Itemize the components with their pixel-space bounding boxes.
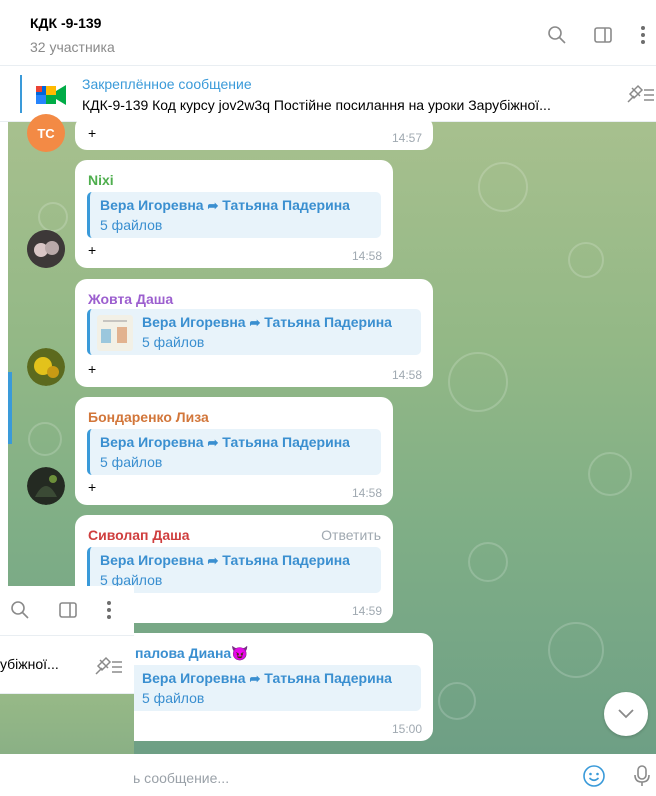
avatar[interactable]: [27, 467, 65, 505]
message-text: +: [88, 479, 97, 495]
forward-arrow-icon: ➦: [249, 671, 261, 686]
forwarded-header[interactable]: Вера Игоревна ➦ Татьяна Падерина 5 файло…: [87, 309, 421, 355]
overlapping-window-fragment: убіжної...: [0, 586, 134, 796]
fragment-composer: [0, 754, 134, 796]
microphone-icon[interactable]: [630, 764, 654, 788]
message-time: 14:58: [351, 249, 382, 263]
chevron-down-icon: [618, 709, 634, 719]
forward-from-name: Вера Игоревна: [142, 670, 246, 686]
google-meet-icon: [34, 80, 68, 110]
fragment-chat-background: [0, 694, 134, 754]
message-text: +: [88, 125, 97, 141]
message-text: +: [88, 242, 97, 258]
forward-source: Вера Игоревна ➦ Татьяна Падерина: [142, 314, 392, 331]
file-thumbnail[interactable]: [97, 315, 133, 351]
fragment-header: [0, 586, 134, 636]
file-count: 5 файлов: [142, 334, 205, 350]
member-count[interactable]: 32 участника: [30, 39, 115, 55]
forward-to-name: Татьяна Падерина: [222, 434, 350, 450]
scroll-indicator: [8, 372, 12, 444]
avatar[interactable]: TC: [27, 114, 65, 152]
search-icon[interactable]: [546, 24, 568, 46]
pin-list-icon[interactable]: [92, 656, 124, 683]
forward-to-name: Татьяна Падерина: [264, 670, 392, 686]
message-bubble[interactable]: Жовта Даша Вера Игоревна ➦ Татьяна Падер…: [75, 279, 433, 387]
file-count: 5 файлов: [100, 217, 163, 233]
message-text: +: [88, 361, 97, 377]
forward-arrow-icon: ➦: [207, 553, 219, 568]
message-time: 14:57: [391, 131, 422, 145]
message-bubble[interactable]: + 14:57: [75, 116, 433, 150]
pinned-text: КДК-9-139 Код курсу jov2w3q Постійне пос…: [82, 97, 551, 113]
forwarded-header[interactable]: Вера Игоревна ➦ Татьяна Падерина 5 файло…: [87, 665, 421, 711]
message-time: 15:00: [391, 722, 422, 736]
forward-source: Вера Игоревна ➦ Татьяна Падерина: [142, 670, 392, 687]
forward-arrow-icon: ➦: [249, 315, 261, 330]
sender-name[interactable]: Сиволап Даша: [88, 527, 190, 543]
sidebar-toggle-icon[interactable]: [58, 600, 78, 625]
message-bubble[interactable]: Nixi Вера Игоревна ➦ Татьяна Падерина 5 …: [75, 160, 393, 268]
forward-to-name: Татьяна Падерина: [222, 197, 350, 213]
forwarded-header[interactable]: Вера Игоревна ➦ Татьяна Падерина 5 файло…: [87, 192, 381, 238]
sidebar-toggle-icon[interactable]: [592, 24, 614, 46]
pin-list-icon[interactable]: [624, 84, 656, 106]
reply-button[interactable]: Ответить: [321, 527, 381, 543]
file-count: 5 файлов: [142, 690, 205, 706]
pinned-title: Закреплённое сообщение: [82, 76, 252, 92]
sender-name[interactable]: Жовта Даша: [88, 291, 173, 307]
forward-arrow-icon: ➦: [207, 435, 219, 450]
scroll-to-bottom-button[interactable]: [604, 692, 648, 736]
message-time: 14:59: [351, 604, 382, 618]
forward-arrow-icon: ➦: [207, 198, 219, 213]
forward-source: Вера Игоревна ➦ Татьяна Падерина: [100, 552, 350, 569]
pinned-indicator: [20, 75, 22, 113]
message-time: 14:58: [351, 486, 382, 500]
sender-name[interactable]: Nixi: [88, 172, 114, 188]
more-vertical-icon[interactable]: [106, 600, 112, 625]
sender-name[interactable]: палова Диана😈: [135, 645, 249, 662]
emoji-icon[interactable]: [582, 764, 606, 788]
sender-name[interactable]: Бондаренко Лиза: [88, 409, 209, 425]
file-count: 5 файлов: [100, 454, 163, 470]
forward-to-name: Татьяна Падерина: [222, 552, 350, 568]
forward-source: Вера Игоревна ➦ Татьяна Падерина: [100, 197, 350, 214]
forwarded-header[interactable]: Вера Игоревна ➦ Татьяна Падерина 5 файло…: [87, 429, 381, 475]
forward-to-name: Татьяна Падерина: [264, 314, 392, 330]
forward-source: Вера Игоревна ➦ Татьяна Падерина: [100, 434, 350, 451]
more-vertical-icon[interactable]: [632, 24, 654, 46]
search-icon[interactable]: [10, 600, 30, 625]
fragment-pinned-bar: убіжної...: [0, 636, 134, 694]
forward-from-name: Вера Игоревна: [142, 314, 246, 330]
pinned-message-bar[interactable]: Закреплённое сообщение КДК-9-139 Код кур…: [0, 66, 656, 122]
avatar[interactable]: [27, 230, 65, 268]
forward-from-name: Вера Игоревна: [100, 434, 204, 450]
chat-title[interactable]: КДК -9-139: [30, 15, 101, 31]
message-input-placeholder[interactable]: ь сообщение...: [133, 770, 229, 786]
chat-header: КДК -9-139 32 участника: [0, 0, 656, 66]
forward-from-name: Вера Игоревна: [100, 197, 204, 213]
message-time: 14:58: [391, 368, 422, 382]
fragment-pinned-text: убіжної...: [0, 656, 59, 672]
forward-from-name: Вера Игоревна: [100, 552, 204, 568]
avatar[interactable]: [27, 348, 65, 386]
message-bubble[interactable]: Бондаренко Лиза Вера Игоревна ➦ Татьяна …: [75, 397, 393, 505]
